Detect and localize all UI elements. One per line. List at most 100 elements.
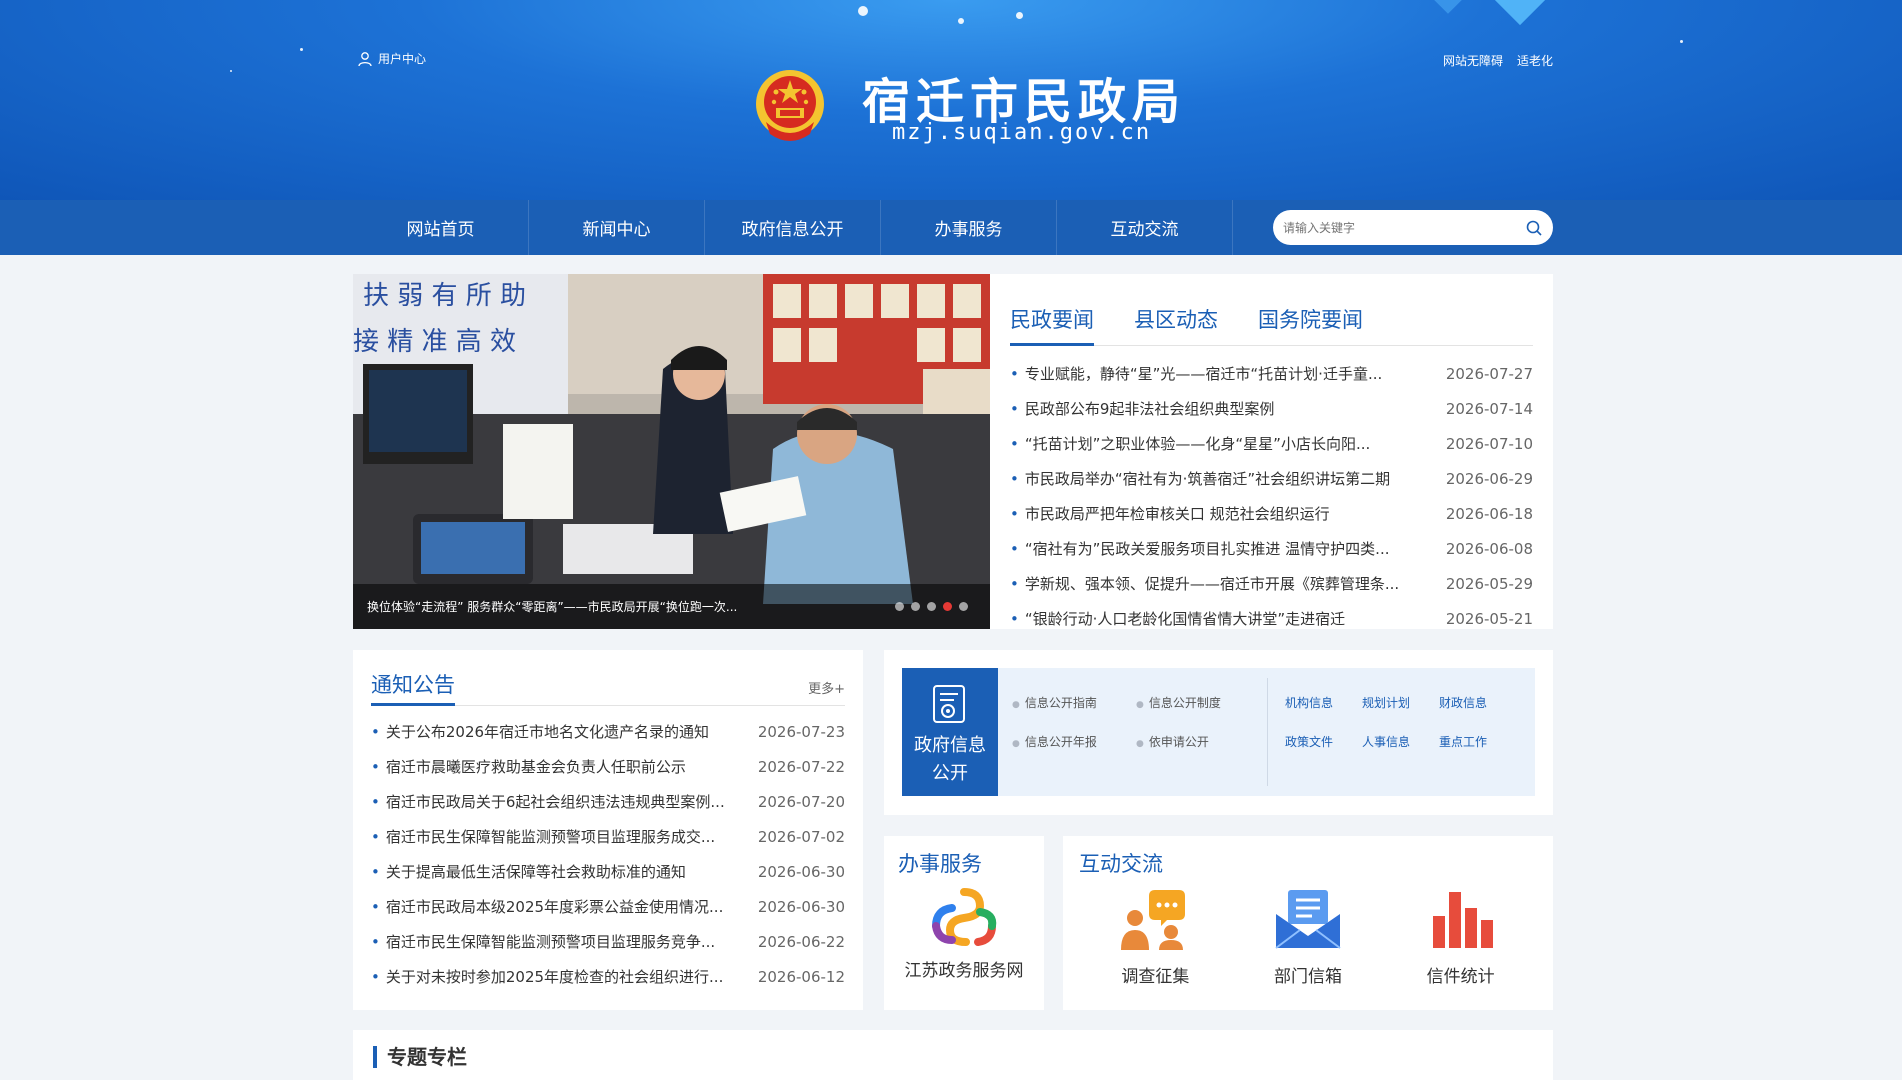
star-decoration	[300, 48, 303, 51]
jiangsu-service-logo-icon	[932, 888, 997, 946]
list-item-title[interactable]: 学新规、强本领、促提升——宿迁市开展《殡葬管理条...	[1010, 573, 1446, 594]
service-title: 办事服务	[898, 852, 982, 876]
carousel-caption[interactable]: 换位体验“走流程” 服务群众“零距离”——市民政局开展“换位跑一次...	[367, 598, 737, 615]
list-item[interactable]: 民政部公布9起非法社会组织典型案例2026-07-14	[1010, 391, 1533, 426]
gov-info-tile-line2: 公开	[932, 763, 968, 784]
nav-item-gov-info[interactable]: 政府信息公开	[705, 200, 881, 255]
gov-link-on-request[interactable]: 依申请公开	[1136, 733, 1260, 750]
list-item[interactable]: 宿迁市民政局关于6起社会组织违法违规典型案例...2026-07-20	[371, 784, 845, 819]
list-item-date: 2026-07-20	[757, 792, 845, 811]
accessibility-link[interactable]: 网站无障碍	[1443, 52, 1503, 69]
list-item[interactable]: “托苗计划”之职业体验——化身“星星”小店长向阳...2026-07-10	[1010, 426, 1533, 461]
nav-item-news[interactable]: 新闻中心	[529, 200, 705, 255]
list-item[interactable]: 宿迁市民生保障智能监测预警项目监理服务成交...2026-07-02	[371, 819, 845, 854]
list-item-title[interactable]: 宿迁市民政局关于6起社会组织违法违规典型案例...	[371, 791, 758, 812]
main-nav: 网站首页 新闻中心 政府信息公开 办事服务 互动交流	[0, 200, 1902, 255]
gov-link-policy[interactable]: 政策文件	[1285, 733, 1362, 750]
carousel-dot[interactable]	[927, 602, 936, 611]
user-center-link[interactable]: 用户中心	[357, 50, 426, 67]
tab-state-council-news[interactable]: 国务院要闻	[1258, 292, 1363, 345]
tab-civil-affairs-news[interactable]: 民政要闻	[1010, 292, 1094, 346]
gov-link-personnel[interactable]: 人事信息	[1362, 733, 1439, 750]
list-item[interactable]: “宿社有为”民政关爱服务项目扎实推进 温情守护四类...2026-06-08	[1010, 531, 1533, 566]
list-item-date: 2026-06-22	[757, 932, 845, 951]
list-item[interactable]: 学新规、强本领、促提升——宿迁市开展《殡葬管理条...2026-05-29	[1010, 566, 1533, 601]
list-item[interactable]: 专业赋能，静待“星”光——宿迁市“托苗计划·迁手童...2026-07-27	[1010, 356, 1533, 391]
gov-link-key-work[interactable]: 重点工作	[1439, 733, 1516, 750]
jiangsu-service-label: 江苏政务服务网	[904, 961, 1024, 981]
list-item-title[interactable]: “托苗计划”之职业体验——化身“星星”小店长向阳...	[1010, 433, 1446, 454]
star-decoration	[230, 70, 232, 72]
search-input[interactable]	[1283, 220, 1525, 235]
nav-item-interact[interactable]: 互动交流	[1057, 200, 1233, 255]
list-item[interactable]: 市民政局严把年检审核关口 规范社会组织运行2026-06-18	[1010, 496, 1533, 531]
tab-county-news[interactable]: 县区动态	[1134, 292, 1218, 345]
gov-info-panel: 政府信息 公开 信息公开指南 信息公开制度 信息公开年报 依申请公开 机构信息 …	[884, 650, 1553, 815]
list-item[interactable]: 关于提高最低生活保障等社会救助标准的通知2026-06-30	[371, 854, 845, 889]
list-item-title[interactable]: 市民政局严把年检审核关口 规范社会组织运行	[1010, 503, 1446, 524]
national-emblem-icon	[756, 70, 824, 141]
list-item-title[interactable]: 宿迁市民生保障智能监测预警项目监理服务成交...	[371, 826, 758, 847]
list-item[interactable]: 宿迁市民生保障智能监测预警项目监理服务竞争...2026-06-22	[371, 924, 845, 959]
list-item[interactable]: 关于公布2026年宿迁市地名文化遗产名录的通知2026-07-23	[371, 714, 845, 749]
top-links: 网站无障碍 适老化	[1443, 52, 1553, 69]
gov-info-links-secondary: 机构信息 规划计划 财政信息 政策文件 人事信息 重点工作	[1285, 694, 1516, 750]
list-item[interactable]: 关于对未按时参加2025年度检查的社会组织进行...2026-06-12	[371, 959, 845, 994]
notice-title: 通知公告	[371, 669, 455, 706]
list-item-date: 2026-07-02	[757, 827, 845, 846]
nav-item-service[interactable]: 办事服务	[881, 200, 1057, 255]
gov-link-guide[interactable]: 信息公开指南	[1012, 694, 1136, 711]
mailbox-icon	[1275, 890, 1341, 949]
dept-mailbox-link[interactable]: 部门信箱	[1248, 886, 1368, 987]
jiangsu-gov-service-link[interactable]: 江苏政务服务网	[898, 886, 1030, 981]
carousel-dot[interactable]	[895, 602, 904, 611]
search-icon[interactable]	[1525, 219, 1543, 237]
nav-item-home[interactable]: 网站首页	[353, 200, 529, 255]
banner-text: 扶 弱 有 所 助	[363, 281, 526, 311]
elder-mode-link[interactable]: 适老化	[1517, 52, 1553, 69]
star-decoration	[1680, 40, 1683, 43]
letter-stats-link[interactable]: 信件统计	[1401, 886, 1521, 987]
gov-link-plans[interactable]: 规划计划	[1362, 694, 1439, 711]
photo-carousel[interactable]: 扶 弱 有 所 助 接 精 准 高 效 换位体验“走流程” 服务群众“零距离”—…	[353, 274, 990, 629]
notice-more-link[interactable]: 更多+	[808, 678, 845, 705]
list-item-title[interactable]: “宿社有为”民政关爱服务项目扎实推进 温情守护四类...	[1010, 538, 1446, 559]
document-icon	[933, 685, 965, 723]
list-item[interactable]: 宿迁市民政局本级2025年度彩票公益金使用情况...2026-06-30	[371, 889, 845, 924]
carousel-dot[interactable]	[959, 602, 968, 611]
list-item-title[interactable]: 民政部公布9起非法社会组织典型案例	[1010, 398, 1446, 419]
list-item-title[interactable]: 宿迁市民政局本级2025年度彩票公益金使用情况...	[371, 896, 758, 917]
user-center-label: 用户中心	[378, 52, 427, 66]
notice-list: 关于公布2026年宿迁市地名文化遗产名录的通知2026-07-23宿迁市晨曦医疗…	[371, 714, 845, 994]
list-item-title[interactable]: 宿迁市民生保障智能监测预警项目监理服务竞争...	[371, 931, 758, 952]
gov-link-system[interactable]: 信息公开制度	[1136, 694, 1260, 711]
site-domain: mzj.suqian.gov.cn	[892, 120, 1152, 145]
special-column-panel: 专题专栏	[353, 1030, 1553, 1080]
list-item-title[interactable]: 关于公布2026年宿迁市地名文化遗产名录的通知	[371, 721, 758, 742]
star-decoration	[858, 6, 868, 16]
survey-label: 调查征集	[1121, 967, 1190, 987]
list-item-title[interactable]: 关于提高最低生活保障等社会救助标准的通知	[371, 861, 758, 882]
list-item-title[interactable]: 宿迁市晨曦医疗救助基金会负责人任职前公示	[371, 756, 758, 777]
carousel-dot[interactable]	[911, 602, 920, 611]
list-item[interactable]: “银龄行动·人口老龄化国情省情大讲堂”走进宿迁2026-05-21	[1010, 601, 1533, 636]
gov-link-finance[interactable]: 财政信息	[1439, 694, 1516, 711]
gov-link-annual-report[interactable]: 信息公开年报	[1012, 733, 1136, 750]
list-item-title[interactable]: 关于对未按时参加2025年度检查的社会组织进行...	[371, 966, 758, 987]
list-item[interactable]: 宿迁市晨曦医疗救助基金会负责人任职前公示2026-07-22	[371, 749, 845, 784]
news-tabs: 民政要闻 县区动态 国务院要闻	[1010, 292, 1533, 346]
list-item-title[interactable]: 专业赋能，静待“星”光——宿迁市“托苗计划·迁手童...	[1010, 363, 1446, 384]
survey-link[interactable]: 调查征集	[1095, 886, 1215, 987]
list-item-title[interactable]: “银龄行动·人口老龄化国情省情大讲堂”走进宿迁	[1010, 608, 1446, 629]
carousel-dot-active[interactable]	[943, 602, 952, 611]
diamond-decoration	[1428, 0, 1468, 14]
list-item[interactable]: 市民政局举办“宿社有为·筑善宿迁”社会组织讲坛第二期2026-06-29	[1010, 461, 1533, 496]
list-item-title[interactable]: 市民政局举办“宿社有为·筑善宿迁”社会组织讲坛第二期	[1010, 468, 1446, 489]
gov-link-org-info[interactable]: 机构信息	[1285, 694, 1362, 711]
gov-info-tile-line1: 政府信息	[914, 735, 986, 756]
gov-info-links-primary: 信息公开指南 信息公开制度 信息公开年报 依申请公开	[1012, 694, 1260, 750]
list-item-date: 2026-07-22	[757, 757, 845, 776]
gov-info-tile[interactable]: 政府信息 公开	[902, 668, 998, 796]
list-item-date: 2026-06-30	[757, 897, 845, 916]
carousel-photo: 扶 弱 有 所 助 接 精 准 高 效	[353, 274, 990, 629]
